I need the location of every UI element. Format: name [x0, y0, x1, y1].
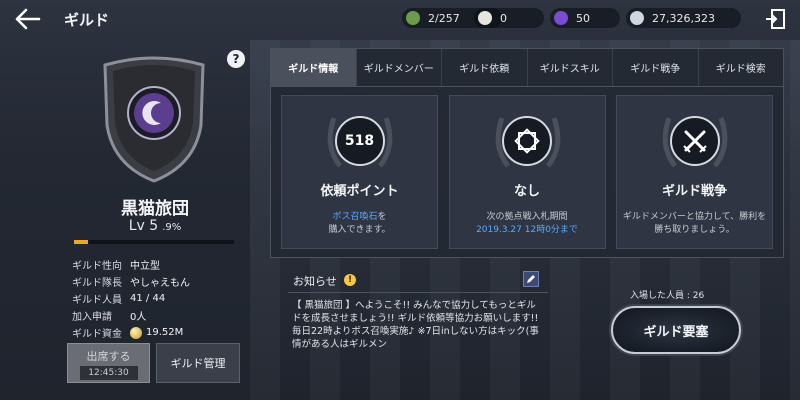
tab-guild-info[interactable]: ギルド情報: [271, 49, 357, 86]
pearl-icon: [478, 11, 492, 25]
info-row: ギルド資金 19.52M: [72, 324, 190, 341]
info-key: ギルド人員: [72, 295, 122, 306]
notice-body: 【 黒猫旅団 】へようこそ!! みんなで協力してもっとギルドを成長させましょう!…: [288, 292, 548, 392]
purple-gem-icon: [554, 11, 568, 25]
guild-exp-percent: .9%: [162, 222, 182, 233]
request-points-badge: 518: [334, 116, 385, 166]
card-title: なし: [513, 184, 540, 199]
card-title: ギルド戦争: [661, 184, 727, 199]
back-arrow-icon: [15, 8, 41, 30]
resource-value: 27,326,323: [652, 11, 715, 25]
tab-guild-search[interactable]: ギルド検索: [699, 49, 784, 86]
help-button[interactable]: ?: [227, 50, 245, 68]
request-points-card[interactable]: 518 依頼ポイント ボス召喚石を 購入できます。: [281, 95, 438, 249]
tab-guild-requests[interactable]: ギルド依頼: [442, 49, 528, 86]
attend-button[interactable]: 出席する 12:45:30: [67, 343, 150, 383]
guild-war-card[interactable]: ギルド戦争 ギルドメンバーと協力して、勝利を 勝ち取りましょう。: [616, 95, 773, 249]
tab-guild-members[interactable]: ギルドメンバー: [357, 49, 442, 86]
guild-emblem: [95, 55, 213, 185]
attend-label: 出席する: [86, 350, 131, 363]
tab-guild-skills[interactable]: ギルドスキル: [528, 49, 613, 86]
card-desc-text: ギルドメンバーと協力して、勝利を: [622, 212, 767, 222]
exp-bar: [74, 240, 234, 244]
exit-door-icon: [766, 9, 785, 29]
guild-level-value: Lv 5: [128, 218, 159, 234]
info-key: ギルド性向: [72, 261, 122, 272]
info-value: やしゃえもん: [130, 278, 190, 289]
boss-stone-link[interactable]: ボス召喚石: [332, 212, 377, 222]
resource-pearl: 0: [474, 8, 544, 28]
info-value: 19.52M: [130, 326, 184, 339]
resource-value: 50: [576, 11, 590, 25]
info-row: ギルド隊長 やしゃえもん: [72, 273, 190, 290]
exp-bar-fill: [74, 240, 89, 244]
card-desc-text: 勝ち取りましょう。: [654, 225, 735, 235]
info-cards: 518 依頼ポイント ボス召喚石を 購入できます。 なし 次の拠点戦入札期間 2…: [271, 87, 783, 257]
guild-fortress-button[interactable]: ギルド要塞: [611, 306, 741, 354]
guild-war-badge: [669, 116, 720, 166]
notice-header: お知らせ !: [288, 268, 542, 292]
resource-silver-coin: 27,326,323: [626, 8, 741, 28]
tab-bar: ギルド情報 ギルドメンバー ギルド依頼 ギルドスキル ギルド戦争 ギルド検索: [271, 49, 783, 87]
info-value: 41 / 44: [130, 293, 166, 304]
notice-title: お知らせ: [293, 275, 337, 288]
page-title: ギルド: [64, 11, 110, 29]
card-desc: 次の拠点戦入札期間 2019.3.27 12時0分まで: [476, 211, 578, 237]
card-desc-text: 次の拠点戦入札期間: [486, 212, 568, 222]
base-war-card[interactable]: なし 次の拠点戦入札期間 2019.3.27 12時0分まで: [448, 95, 606, 249]
card-desc: ボス召喚石を 購入できます。: [328, 211, 390, 237]
pencil-icon: [527, 275, 535, 283]
base-emblem-icon: [514, 128, 540, 154]
card-desc: ギルドメンバーと協力して、勝利を 勝ち取りましょう。: [623, 211, 766, 237]
card-desc-text: を: [377, 212, 387, 222]
info-key: 加入申請: [72, 312, 112, 323]
info-value: 0人: [130, 312, 147, 323]
silver-coin-icon: [630, 11, 644, 25]
card-desc-text: 購入できます。: [328, 225, 391, 235]
attend-timer: 12:45:30: [79, 366, 138, 380]
resource-value: 0: [500, 11, 507, 25]
guild-funds-value: 19.52M: [146, 327, 184, 338]
card-title: 依頼ポイント: [320, 184, 399, 199]
info-row: ギルド性向 中立型: [72, 256, 190, 273]
guild-info-table: ギルド性向 中立型 ギルド隊長 やしゃえもん ギルド人員 41 / 44 加入申…: [72, 256, 190, 341]
info-row: ギルド人員 41 / 44: [72, 290, 190, 307]
edit-notice-button[interactable]: [523, 271, 539, 287]
crossed-swords-icon: [682, 130, 707, 153]
guild-token-icon: [406, 11, 420, 25]
guild-level: Lv 5.9%: [70, 218, 240, 234]
gold-coin-icon: [130, 326, 142, 339]
guild-info-panel: ギルド情報 ギルドメンバー ギルド依頼 ギルドスキル ギルド戦争 ギルド検索 5…: [270, 48, 784, 258]
exit-button[interactable]: [764, 8, 788, 30]
tab-guild-war[interactable]: ギルド戦争: [613, 49, 699, 86]
info-row: 加入申請 0人: [72, 307, 190, 324]
resource-purple-gem: 50: [550, 8, 620, 28]
base-war-badge: [502, 116, 552, 166]
guild-name: 黒猫旅団: [121, 199, 189, 219]
top-bar: ギルド 2/257 0 50 27,326,323: [0, 0, 800, 38]
info-key: ギルド資金: [72, 329, 122, 340]
notice-alert-icon: !: [344, 274, 356, 286]
info-key: ギルド隊長: [72, 278, 122, 289]
entered-count: 入場した人員 : 26: [630, 291, 705, 301]
bid-deadline: 2019.3.27 12時0分まで: [476, 225, 578, 235]
guild-manage-button[interactable]: ギルド管理: [156, 343, 240, 383]
back-button[interactable]: [12, 5, 44, 33]
shield-icon: [103, 56, 205, 183]
info-value: 中立型: [130, 261, 160, 272]
